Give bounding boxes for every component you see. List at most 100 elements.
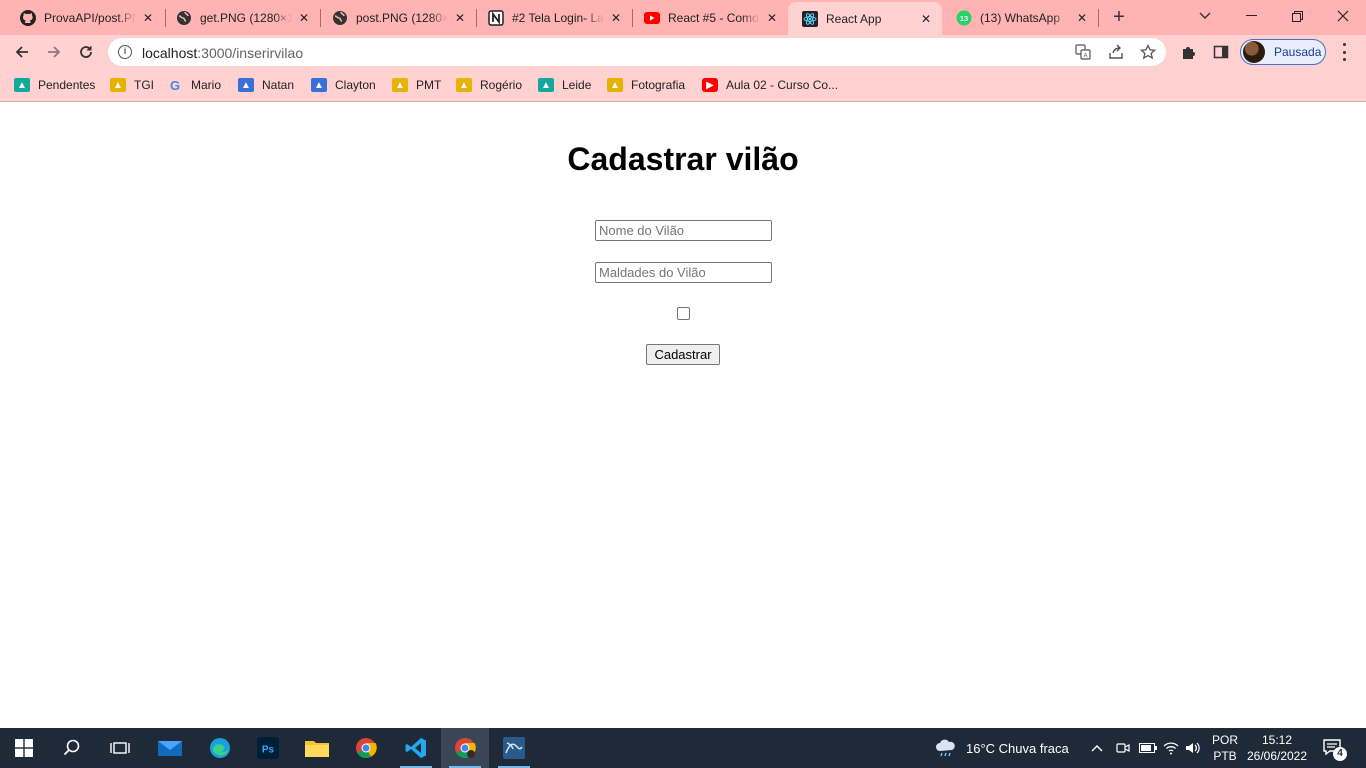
bookmark-tgi[interactable]: ▲ TGI — [110, 77, 154, 93]
restore-button[interactable] — [1274, 0, 1320, 32]
minimize-icon — [1245, 15, 1257, 16]
restore-icon — [1291, 10, 1303, 22]
vscode-icon — [405, 738, 426, 758]
tab-title: React App — [826, 11, 882, 26]
side-panel-icon[interactable] — [1212, 43, 1230, 61]
close-window-button[interactable] — [1320, 0, 1366, 32]
bookmark-aula-02[interactable]: ▶ Aula 02 - Curso Co... — [702, 77, 838, 93]
bookmark-pendentes[interactable]: ▲ Pendentes — [14, 77, 95, 93]
forward-button[interactable] — [41, 39, 67, 65]
bookmark-pmt[interactable]: ▲ PMT — [392, 77, 441, 93]
browser-toolbar: i localhost:3000/inserirvilao A Pausada — [0, 35, 1366, 69]
battery-icon[interactable] — [1139, 728, 1157, 768]
close-icon[interactable]: ✕ — [296, 10, 312, 26]
classroom-icon: ▲ — [311, 78, 327, 92]
bookmark-label: Mario — [191, 78, 222, 92]
url-path: :3000/inserirvilao — [197, 45, 304, 61]
translate-icon[interactable]: A — [1074, 43, 1092, 61]
whatsapp-icon: 13 — [956, 10, 972, 26]
bookmark-mario[interactable]: G Mario — [167, 77, 221, 93]
classroom-icon: ▲ — [456, 78, 472, 92]
profile-label: Pausada — [1274, 45, 1322, 59]
reload-icon — [80, 46, 92, 58]
chevron-down-icon — [1199, 12, 1211, 19]
tab-strip: ProvaAPI/post.PNG ✕ get.PNG (1280×1024) … — [0, 0, 1366, 35]
bookmark-label: Pendentes — [38, 78, 96, 92]
youtube-icon: ▶ — [702, 78, 718, 92]
bookmark-natan[interactable]: ▲ Natan — [238, 77, 294, 93]
close-icon[interactable]: ✕ — [918, 11, 934, 27]
url-host: localhost — [142, 45, 198, 61]
tab-title: (13) WhatsApp — [980, 11, 1061, 25]
search-button[interactable] — [48, 728, 96, 768]
start-button[interactable] — [0, 728, 48, 768]
task-view-button[interactable] — [96, 728, 144, 768]
windows-icon — [15, 739, 33, 757]
bookmark-fotografia[interactable]: ▲ Fotografia — [607, 77, 685, 93]
mysql-workbench-app[interactable] — [490, 728, 538, 768]
chrome-app[interactable] — [342, 728, 390, 768]
close-icon[interactable]: ✕ — [608, 10, 624, 26]
reload-button[interactable] — [73, 39, 99, 65]
villain-name-input[interactable] — [595, 220, 772, 241]
notion-icon — [488, 10, 504, 26]
avatar — [1243, 41, 1265, 63]
tab-whatsapp[interactable]: 13 (13) WhatsApp ✕ — [942, 2, 1098, 34]
input-language[interactable]: POR PTB — [1212, 728, 1238, 768]
bookmarks-bar: ▲ Pendentes ▲ TGI G Mario ▲ Natan ▲ Clayton ▲… — [0, 69, 1366, 102]
tab-get-png[interactable]: get.PNG (1280×1024) ✕ — [162, 2, 320, 34]
wifi-icon[interactable] — [1163, 728, 1179, 768]
bookmark-leide[interactable]: ▲ Leide — [538, 77, 591, 93]
tab-title: get.PNG (1280×1024) — [200, 11, 292, 25]
extensions-icon[interactable] — [1180, 43, 1198, 61]
classroom-icon: ▲ — [607, 78, 623, 92]
tab-tela-login[interactable]: #2 Tela Login- Layout ✕ — [474, 2, 632, 34]
info-icon[interactable]: i — [118, 45, 132, 59]
windows-taskbar: Ps 16°C Chuva fraca POR PTB 15:12 26/06/… — [0, 728, 1366, 768]
close-icon[interactable]: ✕ — [452, 10, 468, 26]
more-menu-icon[interactable] — [1336, 43, 1352, 61]
bookmark-label: Leide — [562, 78, 592, 92]
edge-app[interactable] — [196, 728, 244, 768]
volume-icon[interactable] — [1185, 728, 1201, 768]
vscode-app[interactable] — [392, 728, 440, 768]
tab-react-5[interactable]: React #5 - Como ✕ — [630, 2, 788, 34]
close-icon[interactable]: ✕ — [140, 10, 156, 26]
clock[interactable]: 15:12 26/06/2022 — [1243, 728, 1311, 768]
close-icon[interactable]: ✕ — [1074, 10, 1090, 26]
chrome-icon — [356, 738, 377, 759]
star-icon[interactable] — [1139, 43, 1157, 61]
photoshop-app[interactable]: Ps — [244, 728, 292, 768]
address-bar[interactable]: i localhost:3000/inserirvilao A — [108, 38, 1166, 66]
tab-search-button[interactable] — [1182, 0, 1228, 32]
mail-app[interactable] — [146, 728, 194, 768]
github-icon — [20, 10, 36, 26]
chrome-profile-app[interactable] — [441, 728, 489, 768]
profile-button[interactable]: Pausada — [1240, 39, 1326, 65]
globe-icon — [176, 10, 192, 26]
search-icon — [63, 739, 80, 756]
villain-checkbox[interactable] — [677, 307, 690, 320]
minimize-button[interactable] — [1228, 0, 1274, 32]
submit-button[interactable]: Cadastrar — [646, 344, 720, 365]
meet-now-icon[interactable] — [1115, 728, 1131, 768]
tab-provaapi[interactable]: ProvaAPI/post.PNG ✕ — [6, 2, 164, 34]
google-icon: G — [169, 77, 181, 93]
tab-post-png[interactable]: post.PNG (1280×1024) ✕ — [318, 2, 476, 34]
clock-date: 26/06/2022 — [1246, 749, 1308, 763]
close-icon — [1337, 10, 1349, 22]
share-icon[interactable] — [1107, 43, 1125, 61]
back-button[interactable] — [9, 39, 35, 65]
weather-widget[interactable]: 16°C Chuva fraca — [934, 728, 1069, 768]
url-text[interactable]: localhost:3000/inserirvilao — [142, 45, 303, 61]
bookmark-clayton[interactable]: ▲ Clayton — [311, 77, 376, 93]
villain-deeds-input[interactable] — [595, 262, 772, 283]
bookmark-rogerio[interactable]: ▲ Rogério — [456, 77, 522, 93]
file-explorer-app[interactable] — [293, 728, 341, 768]
keyboard-layout: PTB — [1213, 749, 1237, 763]
close-icon[interactable]: ✕ — [764, 10, 780, 26]
tab-react-app[interactable]: React App ✕ — [788, 2, 942, 35]
show-hidden-icons[interactable] — [1091, 728, 1103, 768]
edge-icon — [210, 738, 230, 758]
new-tab-button[interactable]: + — [1108, 6, 1130, 28]
